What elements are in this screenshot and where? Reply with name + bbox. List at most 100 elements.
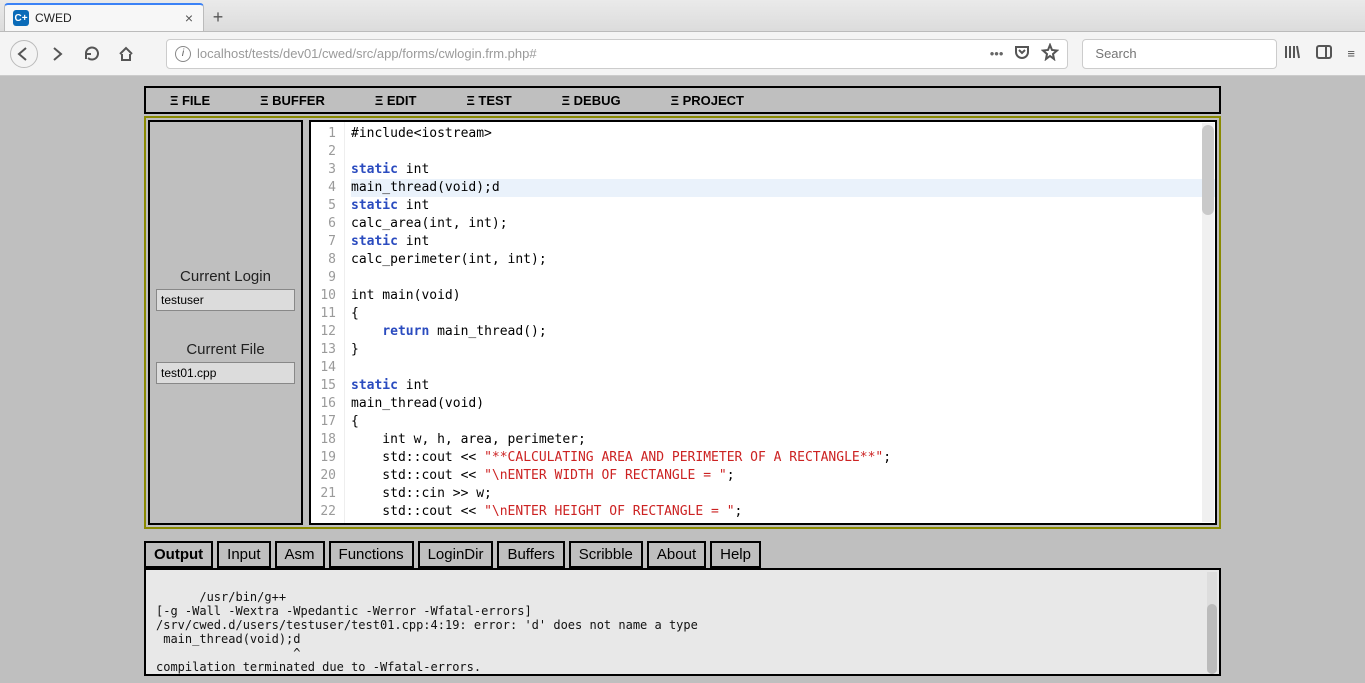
forward-button <box>44 40 72 68</box>
line-number: 6 <box>311 215 336 233</box>
line-number: 22 <box>311 503 336 521</box>
code-line[interactable]: static int <box>351 161 1215 179</box>
tab-about[interactable]: About <box>647 541 706 568</box>
new-tab-button[interactable]: + <box>204 3 232 31</box>
code-line[interactable]: main_thread(void) <box>351 395 1215 413</box>
search-box[interactable] <box>1082 39 1277 69</box>
code-line[interactable]: std::cout << "\nENTER HEIGHT OF RECTANGL… <box>351 503 1215 521</box>
pocket-icon[interactable] <box>1013 43 1031 64</box>
code-line[interactable] <box>351 269 1215 287</box>
current-login-input[interactable] <box>156 289 295 311</box>
line-number: 2 <box>311 143 336 161</box>
tab-scribble[interactable]: Scribble <box>569 541 643 568</box>
output-panel[interactable]: /usr/bin/g++ [-g -Wall -Wextra -Wpedanti… <box>144 568 1221 676</box>
sidebar-svg-icon <box>1315 43 1333 61</box>
reload-button[interactable] <box>78 40 106 68</box>
output-scroll-thumb[interactable] <box>1207 604 1217 674</box>
menu-file[interactable]: Ξ FILE <box>170 93 210 108</box>
tab-output[interactable]: Output <box>144 541 213 568</box>
line-number: 18 <box>311 431 336 449</box>
line-number: 12 <box>311 323 336 341</box>
line-number: 4 <box>311 179 336 197</box>
code-editor[interactable]: 12345678910111213141516171819202122 #inc… <box>309 120 1217 525</box>
tab-input[interactable]: Input <box>217 541 270 568</box>
bottom-tabs: Output Input Asm Functions LoginDir Buff… <box>144 541 1221 568</box>
line-number: 5 <box>311 197 336 215</box>
app-menu-button[interactable]: ≡ <box>1347 46 1355 61</box>
search-input[interactable] <box>1095 46 1271 61</box>
tab-close-icon[interactable]: × <box>185 10 193 26</box>
code-line[interactable] <box>351 143 1215 161</box>
library-icon[interactable] <box>1283 43 1301 64</box>
code-line[interactable]: std::cout << "**CALCULATING AREA AND PER… <box>351 449 1215 467</box>
menu-edit[interactable]: Ξ EDIT <box>375 93 417 108</box>
home-button[interactable] <box>112 40 140 68</box>
page-background: Ξ FILE Ξ BUFFER Ξ EDIT Ξ TEST Ξ DEBUG Ξ … <box>0 76 1365 683</box>
pocket-svg-icon <box>1013 43 1031 61</box>
code-line[interactable]: static int <box>351 197 1215 215</box>
line-number: 20 <box>311 467 336 485</box>
line-number: 9 <box>311 269 336 287</box>
line-number: 1 <box>311 125 336 143</box>
left-panel: Current Login Current File <box>148 120 303 525</box>
line-number: 10 <box>311 287 336 305</box>
code-line[interactable]: std::cin >> w; <box>351 485 1215 503</box>
menu-project[interactable]: Ξ PROJECT <box>671 93 744 108</box>
tab-functions[interactable]: Functions <box>329 541 414 568</box>
star-icon <box>1041 43 1059 61</box>
code-line[interactable]: } <box>351 341 1215 359</box>
page-actions-icon[interactable]: ••• <box>990 46 1004 61</box>
tab-logindir[interactable]: LoginDir <box>418 541 494 568</box>
output-scrollbar[interactable] <box>1207 572 1217 672</box>
code-area[interactable]: #include<iostream>static intmain_thread(… <box>345 122 1215 523</box>
line-number: 14 <box>311 359 336 377</box>
line-number: 3 <box>311 161 336 179</box>
code-line[interactable]: std::cout << "\nENTER WIDTH OF RECTANGLE… <box>351 467 1215 485</box>
code-line[interactable]: static int <box>351 377 1215 395</box>
code-line[interactable]: int w, h, area, perimeter; <box>351 431 1215 449</box>
line-number: 13 <box>311 341 336 359</box>
tab-buffers[interactable]: Buffers <box>497 541 564 568</box>
code-line[interactable]: { <box>351 413 1215 431</box>
output-text: /usr/bin/g++ [-g -Wall -Wextra -Wpedanti… <box>156 590 698 676</box>
code-line[interactable]: main_thread(void);d <box>351 179 1215 197</box>
menu-test[interactable]: Ξ TEST <box>466 93 511 108</box>
current-file-input[interactable] <box>156 362 295 384</box>
code-line[interactable]: return main_thread(); <box>351 323 1215 341</box>
cwed-app: Ξ FILE Ξ BUFFER Ξ EDIT Ξ TEST Ξ DEBUG Ξ … <box>144 86 1221 673</box>
menu-debug[interactable]: Ξ DEBUG <box>562 93 621 108</box>
line-number: 17 <box>311 413 336 431</box>
menu-buffer[interactable]: Ξ BUFFER <box>260 93 325 108</box>
line-number: 16 <box>311 395 336 413</box>
editor-scroll-thumb[interactable] <box>1202 125 1214 215</box>
tab-asm[interactable]: Asm <box>275 541 325 568</box>
current-file-label: Current File <box>186 341 264 358</box>
code-line[interactable]: calc_area(int, int); <box>351 215 1215 233</box>
browser-tab[interactable]: C+ CWED × <box>4 3 204 31</box>
back-button[interactable] <box>10 40 38 68</box>
current-login-label: Current Login <box>180 268 271 285</box>
url-text: localhost/tests/dev01/cwed/src/app/forms… <box>197 46 984 61</box>
line-number: 19 <box>311 449 336 467</box>
editor-scrollbar[interactable] <box>1202 123 1214 522</box>
line-number: 21 <box>311 485 336 503</box>
arrow-right-icon <box>49 45 67 63</box>
tab-favicon: C+ <box>13 10 29 26</box>
arrow-left-icon <box>15 45 33 63</box>
library-svg-icon <box>1283 43 1301 61</box>
bookmark-star-icon[interactable] <box>1041 43 1059 64</box>
code-line[interactable]: int main(void) <box>351 287 1215 305</box>
code-line[interactable]: #include<iostream> <box>351 125 1215 143</box>
code-line[interactable]: calc_perimeter(int, int); <box>351 251 1215 269</box>
line-number-gutter: 12345678910111213141516171819202122 <box>311 122 345 523</box>
code-line[interactable]: { <box>351 305 1215 323</box>
code-line[interactable] <box>351 359 1215 377</box>
line-number: 15 <box>311 377 336 395</box>
sidebar-icon[interactable] <box>1315 43 1333 64</box>
line-number: 11 <box>311 305 336 323</box>
site-info-icon[interactable]: i <box>175 46 191 62</box>
tab-help[interactable]: Help <box>710 541 761 568</box>
url-bar[interactable]: i localhost/tests/dev01/cwed/src/app/for… <box>166 39 1068 69</box>
code-line[interactable]: static int <box>351 233 1215 251</box>
browser-toolbar: i localhost/tests/dev01/cwed/src/app/for… <box>0 32 1365 76</box>
